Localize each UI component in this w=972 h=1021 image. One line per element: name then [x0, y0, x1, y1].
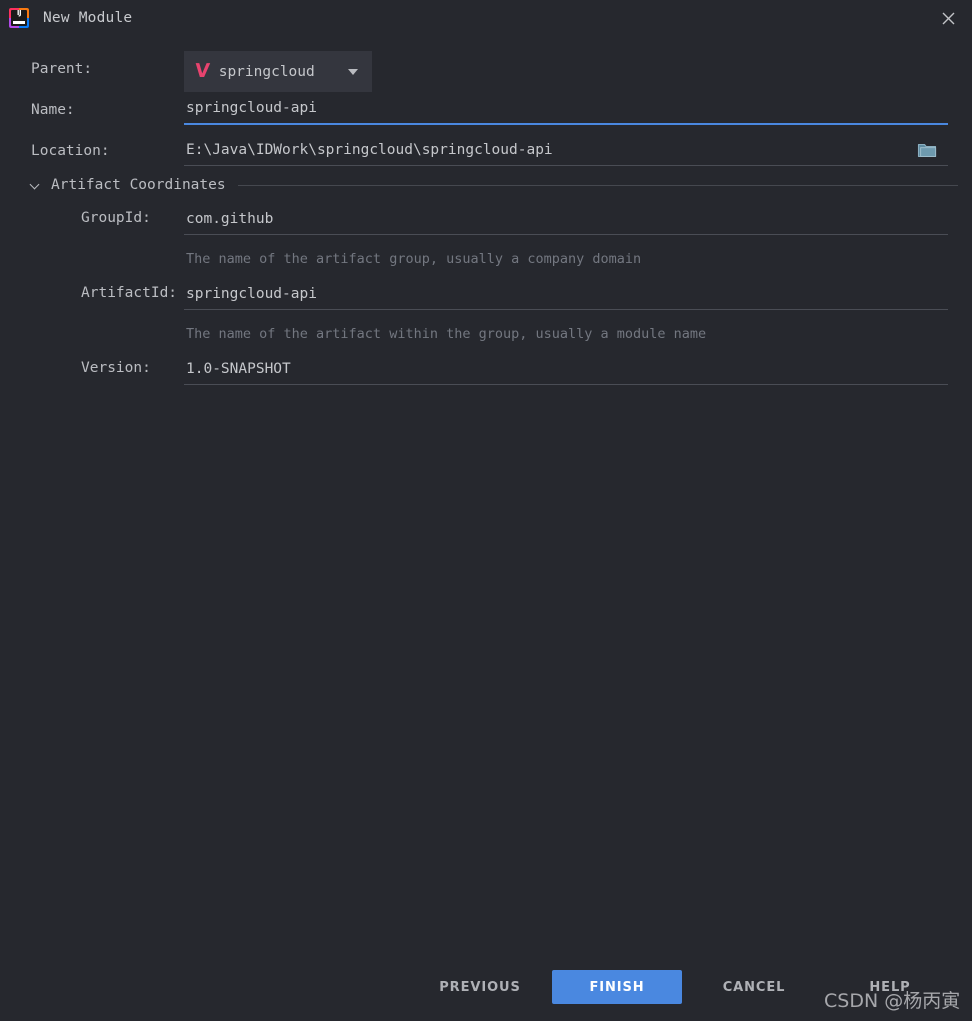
help-button[interactable]: HELP	[850, 970, 930, 1004]
maven-module-icon: V	[194, 60, 211, 82]
groupid-value: com.github	[186, 210, 274, 227]
artifactid-hint-row: The name of the artifact within the grou…	[0, 312, 972, 349]
chevron-down-icon	[348, 68, 358, 75]
close-icon[interactable]	[925, 0, 972, 36]
name-label: Name:	[31, 101, 75, 118]
window-title: New Module	[43, 10, 133, 26]
version-input[interactable]: 1.0-SNAPSHOT	[184, 353, 948, 385]
location-input[interactable]: E:\Java\IDWork\springcloud\springcloud-a…	[184, 134, 948, 166]
cancel-button[interactable]: CANCEL	[702, 970, 806, 1004]
intellij-idea-logo-icon: IJ	[9, 8, 29, 28]
groupid-hint-row: The name of the artifact group, usually …	[0, 237, 972, 274]
parent-row: Parent: V springcloud	[0, 48, 972, 92]
name-value: springcloud-api	[186, 100, 317, 116]
previous-button[interactable]: PREVIOUS	[428, 970, 532, 1004]
location-row: Location: E:\Java\IDWork\springcloud\spr…	[0, 130, 972, 171]
chevron-down-icon	[31, 180, 41, 190]
location-label: Location:	[31, 142, 110, 159]
parent-label: Parent:	[31, 60, 93, 77]
groupid-input[interactable]: com.github	[184, 203, 948, 235]
parent-dropdown[interactable]: V springcloud	[184, 51, 372, 92]
artifactid-input[interactable]: springcloud-api	[184, 278, 948, 310]
section-divider	[237, 184, 958, 186]
version-row: Version: 1.0-SNAPSHOT	[0, 349, 972, 387]
artifactid-label: ArtifactId:	[81, 285, 178, 301]
groupid-hint: The name of the artifact group, usually …	[186, 251, 642, 267]
artifactid-hint: The name of the artifact within the grou…	[186, 326, 707, 342]
parent-value: springcloud	[218, 63, 315, 80]
new-module-form: Parent: V springcloud Name: springcloud-…	[0, 36, 972, 387]
finish-button[interactable]: FINISH	[552, 970, 682, 1004]
location-value: E:\Java\IDWork\springcloud\springcloud-a…	[186, 141, 553, 158]
folder-icon[interactable]	[916, 141, 938, 159]
version-value: 1.0-SNAPSHOT	[186, 360, 291, 377]
artifact-coordinates-title: Artifact Coordinates	[51, 177, 226, 193]
window-titlebar: IJ New Module	[0, 0, 972, 36]
groupid-label: GroupId:	[81, 210, 151, 226]
artifactid-row: ArtifactId: springcloud-api	[0, 274, 972, 312]
version-label: Version:	[81, 360, 151, 376]
artifactid-value: springcloud-api	[186, 285, 317, 302]
name-input[interactable]: springcloud-api	[184, 93, 948, 125]
artifact-coordinates-section-header[interactable]: Artifact Coordinates	[0, 171, 972, 199]
dialog-button-bar: PREVIOUS FINISH CANCEL HELP CSDN @杨丙寅	[0, 959, 972, 1021]
groupid-row: GroupId: com.github	[0, 199, 972, 237]
name-row: Name: springcloud-api	[0, 89, 972, 130]
